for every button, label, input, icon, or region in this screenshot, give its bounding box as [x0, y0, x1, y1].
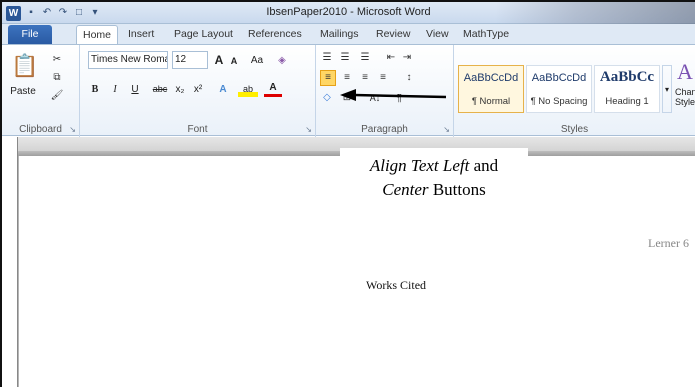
- font-size-dropdown[interactable]: 12: [172, 51, 208, 69]
- strikethrough-button[interactable]: abc: [150, 81, 170, 97]
- tab-mailings[interactable]: Mailings: [314, 25, 365, 44]
- tab-references[interactable]: References: [242, 25, 308, 44]
- works-cited-heading[interactable]: Works Cited: [366, 278, 426, 293]
- styles-group: AaBbCcDd ¶ Normal AaBbCcDd ¶ No Spacing …: [454, 45, 695, 137]
- callout-italic-2: Center: [382, 180, 429, 199]
- multilevel-list-icon[interactable]: ☰: [358, 51, 372, 65]
- styles-label: Styles: [560, 124, 589, 135]
- ribbon-tabs: File Home Insert Page Layout References …: [2, 24, 695, 44]
- tab-insert[interactable]: Insert: [122, 25, 160, 44]
- increase-indent-icon[interactable]: ⇥: [400, 51, 414, 65]
- align-center-button[interactable]: ≡: [340, 71, 354, 85]
- show-formatting-button[interactable]: ¶: [392, 91, 406, 105]
- tab-file[interactable]: File: [8, 25, 52, 44]
- superscript-button[interactable]: x²: [190, 81, 206, 97]
- tab-page-layout[interactable]: Page Layout: [168, 25, 239, 44]
- change-case-button[interactable]: Aa: [248, 51, 266, 69]
- font-group: Times New Roma 12 A A Aa ◈ B I U abc x₂ …: [80, 45, 316, 137]
- vertical-ruler: [2, 137, 18, 387]
- paste-icon[interactable]: 📋: [8, 51, 42, 81]
- copy-icon[interactable]: ⧉: [50, 71, 64, 85]
- callout-text-2: Buttons: [428, 180, 486, 199]
- blurred-region: [495, 2, 695, 24]
- font-label: Font: [187, 124, 208, 135]
- bold-button[interactable]: B: [88, 81, 102, 97]
- font-name-dropdown[interactable]: Times New Roma: [88, 51, 168, 69]
- style-name: ¶ No Spacing: [530, 96, 588, 107]
- style-heading-1[interactable]: AaBbCc Heading 1: [594, 65, 660, 113]
- paragraph-label: Paragraph: [361, 124, 408, 135]
- annotation-callout: Align Text Left and Center Buttons: [340, 148, 528, 204]
- paragraph-group: ☰ ☰ ☰ ⇤ ⇥ ≡ ≡ ≡ ≡ ↕ ◇ ⊞ A↓ ¶ Paragraph ↘: [316, 45, 454, 137]
- align-left-button[interactable]: ≡: [320, 70, 336, 86]
- font-color-button[interactable]: A: [264, 81, 282, 97]
- change-styles-button[interactable]: Change Styles: [675, 87, 695, 111]
- style-sample: AaBbCc: [599, 69, 655, 85]
- styles-scroll-icon[interactable]: ▾: [662, 65, 672, 113]
- style-no-spacing[interactable]: AaBbCcDd ¶ No Spacing: [526, 65, 592, 113]
- tab-review[interactable]: Review: [370, 25, 416, 44]
- line-spacing-icon[interactable]: ↕: [402, 71, 416, 85]
- font-launcher-icon[interactable]: ↘: [305, 125, 312, 134]
- subscript-button[interactable]: x₂: [172, 81, 188, 97]
- tab-home[interactable]: Home: [76, 25, 119, 44]
- tab-mathtype[interactable]: MathType: [457, 25, 515, 44]
- shading-icon[interactable]: ◇: [320, 91, 334, 105]
- title-bar: W ▪ ↶ ↷ □ ▾ IbsenPaper2010 - Microsoft W…: [2, 2, 695, 24]
- style-name: Heading 1: [605, 96, 649, 107]
- callout-text-1: and: [469, 156, 499, 175]
- cut-icon[interactable]: ✂: [50, 53, 64, 67]
- text-effects-icon[interactable]: A: [214, 81, 232, 97]
- clipboard-launcher-icon[interactable]: ↘: [69, 125, 76, 134]
- clipboard-group: 📋 Paste ✂ ⧉ 🖌 Clipboard ↘: [2, 45, 80, 137]
- align-right-button[interactable]: ≡: [358, 71, 372, 85]
- style-sample: AaBbCcDd: [463, 72, 519, 84]
- style-name: ¶ Normal: [471, 96, 511, 107]
- paste-button[interactable]: Paste: [6, 85, 40, 97]
- clipboard-label: Clipboard: [19, 124, 62, 135]
- justify-button[interactable]: ≡: [376, 71, 390, 85]
- sort-button[interactable]: A↓: [366, 91, 384, 105]
- shrink-font-button[interactable]: A: [228, 53, 240, 69]
- style-normal[interactable]: AaBbCcDd ¶ Normal: [458, 65, 524, 113]
- clear-formatting-icon[interactable]: ◈: [274, 51, 290, 69]
- format-painter-icon[interactable]: 🖌: [50, 89, 64, 103]
- italic-button[interactable]: I: [108, 81, 122, 97]
- callout-italic-1: Align Text Left: [369, 156, 470, 175]
- grow-font-button[interactable]: A: [212, 51, 226, 69]
- underline-button[interactable]: U: [128, 81, 142, 97]
- decrease-indent-icon[interactable]: ⇤: [384, 51, 398, 65]
- page-header: Lerner 6: [648, 236, 689, 250]
- ribbon: 📋 Paste ✂ ⧉ 🖌 Clipboard ↘ Times New Roma…: [2, 44, 695, 137]
- numbering-icon[interactable]: ☰: [338, 51, 352, 65]
- change-styles-icon[interactable]: A: [675, 59, 695, 85]
- tab-view[interactable]: View: [420, 25, 455, 44]
- style-sample: AaBbCcDd: [531, 72, 587, 84]
- bullets-icon[interactable]: ☰: [320, 51, 334, 65]
- borders-icon[interactable]: ⊞: [340, 91, 354, 105]
- highlight-button[interactable]: ab: [238, 81, 258, 97]
- paragraph-launcher-icon[interactable]: ↘: [443, 125, 450, 134]
